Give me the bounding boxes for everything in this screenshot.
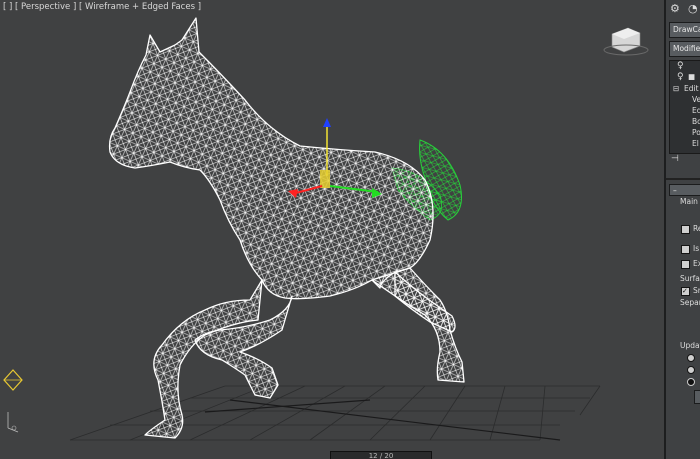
stack-item[interactable]: Edit <box>684 84 699 93</box>
radio-option-1[interactable] <box>687 354 695 362</box>
axis-tripod-icon <box>3 369 23 433</box>
viewcube[interactable] <box>603 27 649 56</box>
command-panel: ⚙ ◔ DrawCal Modifier ♀ ♀ ■ ⊟ Edit Ve Ed … <box>664 0 700 459</box>
radio-option-3[interactable] <box>687 378 695 386</box>
rollout-header[interactable]: – <box>669 184 700 196</box>
modifier-stack[interactable]: ♀ ♀ ■ ⊟ Edit Ve Ed Bo Po El <box>669 60 700 154</box>
group-separate: Separ <box>680 298 700 307</box>
stack-item[interactable]: Ed <box>692 106 700 115</box>
stack-item[interactable]: Ve <box>692 95 700 104</box>
checkbox-re[interactable] <box>681 225 690 234</box>
label-sm: Sm <box>693 286 700 295</box>
create-tab-icon[interactable]: ⚙ <box>670 2 680 15</box>
stack-item[interactable]: Bo <box>692 117 700 126</box>
divider <box>666 178 700 180</box>
rollout-main-title: Main <box>680 197 698 206</box>
label-re: Re <box>693 224 700 233</box>
checkbox-ex[interactable] <box>681 260 690 269</box>
object-name-field[interactable]: DrawCal <box>669 22 700 38</box>
update-button[interactable] <box>694 390 700 404</box>
scene-canvas <box>3 17 649 441</box>
modify-tab-icon[interactable]: ◔ <box>688 2 698 15</box>
lightbulb-icon[interactable]: ♀ <box>677 72 684 82</box>
pin-stack-icon[interactable]: ⊣ <box>671 154 679 164</box>
checkbox-is[interactable] <box>681 245 690 254</box>
perspective-viewport[interactable]: [ ] [ Perspective ] [ Wireframe + Edged … <box>0 0 664 459</box>
collapse-icon[interactable]: ⊟ <box>673 84 679 93</box>
stack-item[interactable]: Po <box>692 128 700 137</box>
group-update: Updat <box>680 341 700 350</box>
lightbulb-icon[interactable]: ♀ <box>677 61 684 71</box>
stack-item-black[interactable]: ■ <box>688 72 695 81</box>
label-ex: Ex <box>693 259 700 268</box>
checkbox-sm-checked[interactable]: ✓ <box>681 287 690 296</box>
stack-item[interactable]: El <box>692 139 699 148</box>
label-is: Is <box>693 244 700 253</box>
modifier-list-dropdown[interactable]: Modifier <box>669 41 700 57</box>
time-slider[interactable]: 12 / 20 <box>330 451 432 459</box>
group-surface: Surfac <box>680 274 700 283</box>
radio-option-2[interactable] <box>687 366 695 374</box>
horse-wireframe[interactable] <box>108 17 465 439</box>
